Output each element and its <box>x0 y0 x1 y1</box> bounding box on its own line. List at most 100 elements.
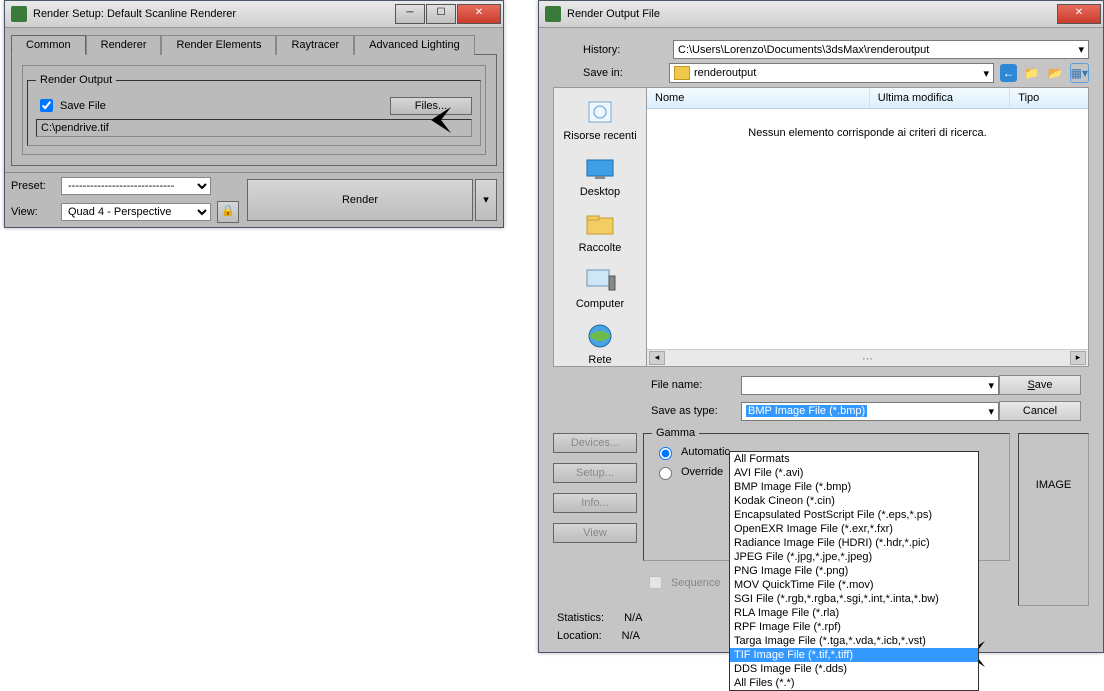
save-file-label: Save File <box>60 100 106 112</box>
gamma-override-label: Override <box>681 466 723 478</box>
save-as-type-option[interactable]: Kodak Cineon (*.cin) <box>730 494 978 508</box>
save-as-type-value: BMP Image File (*.bmp) <box>746 405 867 417</box>
save-as-type-option[interactable]: All Files (*.*) <box>730 676 978 690</box>
statistics-value: N/A <box>624 612 642 624</box>
files-button[interactable]: Files... <box>390 97 472 115</box>
save-as-type-option[interactable]: JPEG File (*.jpg,*.jpe,*.jpeg) <box>730 550 978 564</box>
scroll-right-icon[interactable]: ▸ <box>1070 351 1086 365</box>
save-as-type-option[interactable]: TIF Image File (*.tif,*.tiff) <box>730 648 978 662</box>
place-network[interactable]: Rete <box>554 318 646 374</box>
desktop-icon <box>583 154 617 182</box>
tab-raytracer[interactable]: Raytracer <box>276 35 354 55</box>
tab-advanced-lighting[interactable]: Advanced Lighting <box>354 35 475 55</box>
preview-box: IMAGE <box>1018 433 1089 606</box>
save-as-type-option[interactable]: OpenEXR Image File (*.exr,*.fxr) <box>730 522 978 536</box>
dialog-close-button[interactable]: ✕ <box>1057 4 1101 24</box>
preset-label: Preset: <box>11 180 55 192</box>
save-as-type-option[interactable]: RPF Image File (*.rpf) <box>730 620 978 634</box>
history-label: History: <box>553 44 673 56</box>
up-one-level-icon[interactable]: 📁 <box>1023 64 1040 82</box>
info-button[interactable]: Info... <box>553 493 637 513</box>
cancel-button[interactable]: Cancel <box>999 401 1081 421</box>
place-desktop[interactable]: Desktop <box>554 150 646 206</box>
render-menu-button[interactable]: ▾ <box>475 179 497 221</box>
savein-combo[interactable]: renderoutput ▾ <box>669 63 994 83</box>
scroll-left-icon[interactable]: ◂ <box>649 351 665 365</box>
tab-common[interactable]: Common <box>11 35 86 55</box>
tab-renderer[interactable]: Renderer <box>86 35 162 55</box>
chevron-down-icon: ▾ <box>988 405 994 418</box>
render-setup-title: Render Setup: Default Scanline Renderer <box>33 8 236 20</box>
minimize-button[interactable]: ─ <box>395 4 425 24</box>
col-date[interactable]: Ultima modifica <box>870 88 1010 108</box>
setup-button[interactable]: Setup... <box>553 463 637 483</box>
maximize-button[interactable]: ☐ <box>426 4 456 24</box>
save-as-type-option[interactable]: BMP Image File (*.bmp) <box>730 480 978 494</box>
render-setup-window: Render Setup: Default Scanline Renderer … <box>4 0 504 228</box>
sequence-checkbox[interactable] <box>649 576 662 589</box>
preset-combo[interactable]: ----------------------------- <box>61 177 211 195</box>
save-as-type-option[interactable]: AVI File (*.avi) <box>730 466 978 480</box>
sequence-label: Sequence <box>671 577 721 589</box>
devices-button[interactable]: Devices... <box>553 433 637 453</box>
output-path-field[interactable]: C:\pendrive.tif <box>36 119 472 137</box>
save-as-type-dropdown[interactable]: All FormatsAVI File (*.avi)BMP Image Fil… <box>729 451 979 691</box>
app-icon <box>11 6 27 22</box>
place-computer[interactable]: Computer <box>554 262 646 318</box>
output-dialog-titlebar[interactable]: Render Output File ✕ <box>539 1 1103 28</box>
gamma-automatic-radio[interactable] <box>659 447 672 460</box>
view-combo[interactable]: Quad 4 - Perspective <box>61 203 211 221</box>
history-combo[interactable]: C:\Users\Lorenzo\Documents\3dsMax\render… <box>673 40 1089 59</box>
place-recent-label: Risorse recenti <box>554 130 646 142</box>
place-computer-label: Computer <box>554 298 646 310</box>
save-button[interactable]: Save <box>999 375 1081 395</box>
horizontal-scrollbar[interactable]: ◂ ⋯ ▸ <box>647 349 1088 366</box>
save-as-type-option[interactable]: Encapsulated PostScript File (*.eps,*.ps… <box>730 508 978 522</box>
file-name-field[interactable]: ▾ <box>741 376 999 395</box>
new-folder-icon[interactable]: 📂 <box>1046 64 1063 82</box>
history-value: C:\Users\Lorenzo\Documents\3dsMax\render… <box>678 44 929 56</box>
save-as-type-option[interactable]: SGI File (*.rgb,*.rgba,*.sgi,*.int,*.int… <box>730 592 978 606</box>
view-button[interactable]: View <box>553 523 637 543</box>
col-type[interactable]: Tipo <box>1010 88 1088 108</box>
render-button[interactable]: Render <box>247 179 473 221</box>
save-as-type-option[interactable]: MOV QuickTime File (*.mov) <box>730 578 978 592</box>
save-as-type-option[interactable]: Radiance Image File (HDRI) (*.hdr,*.pic) <box>730 536 978 550</box>
lock-view-button[interactable]: 🔒 <box>217 201 239 223</box>
back-icon[interactable]: ← <box>1000 64 1017 82</box>
folder-icon <box>674 66 690 80</box>
save-as-type-option[interactable]: PNG Image File (*.png) <box>730 564 978 578</box>
save-file-checkbox[interactable] <box>40 99 53 112</box>
tab-render-elements[interactable]: Render Elements <box>161 35 276 55</box>
render-setup-titlebar[interactable]: Render Setup: Default Scanline Renderer … <box>5 1 503 28</box>
collections-icon <box>583 210 617 238</box>
render-output-legend: Render Output <box>36 74 116 86</box>
computer-icon <box>583 266 617 294</box>
place-collections[interactable]: Raccolte <box>554 206 646 262</box>
col-name[interactable]: Nome <box>647 88 870 108</box>
app-icon <box>545 6 561 22</box>
file-list[interactable]: Nome Ultima modifica Tipo Nessun element… <box>647 87 1089 367</box>
chevron-down-icon: ▾ <box>988 379 994 392</box>
gamma-override-radio[interactable] <box>659 467 672 480</box>
save-as-type-option[interactable]: All Formats <box>730 452 978 466</box>
view-menu-icon[interactable]: ▦▾ <box>1070 63 1089 83</box>
save-as-type-combo[interactable]: BMP Image File (*.bmp) ▾ <box>741 402 999 421</box>
recent-docs-icon <box>583 98 617 126</box>
gamma-automatic-label: Automatic <box>681 446 730 458</box>
savein-label: Save in: <box>553 67 669 79</box>
location-label: Location: <box>557 630 602 642</box>
chevron-down-icon: ▾ <box>1078 43 1084 56</box>
gamma-legend: Gamma <box>652 427 699 439</box>
close-button[interactable]: ✕ <box>457 4 501 24</box>
chevron-down-icon: ▾ <box>984 67 990 80</box>
save-as-type-label: Save as type: <box>651 405 733 417</box>
view-label: View: <box>11 206 55 218</box>
save-as-type-option[interactable]: Targa Image File (*.tga,*.vda,*.icb,*.vs… <box>730 634 978 648</box>
save-as-type-option[interactable]: DDS Image File (*.dds) <box>730 662 978 676</box>
places-bar: Risorse recenti Desktop Raccolte Compute… <box>553 87 647 367</box>
file-list-empty: Nessun elemento corrisponde ai criteri d… <box>647 109 1088 349</box>
place-recent[interactable]: Risorse recenti <box>554 94 646 150</box>
file-list-header[interactable]: Nome Ultima modifica Tipo <box>647 88 1088 109</box>
save-as-type-option[interactable]: RLA Image File (*.rla) <box>730 606 978 620</box>
